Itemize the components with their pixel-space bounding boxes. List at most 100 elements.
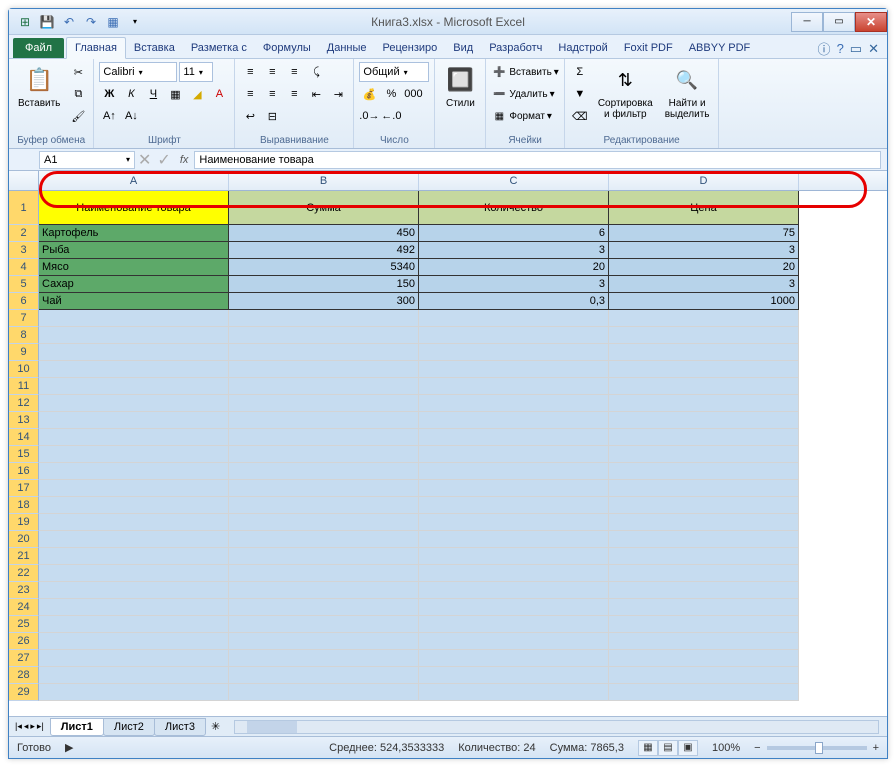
last-sheet-icon[interactable]: ▸| bbox=[37, 721, 44, 732]
cell[interactable] bbox=[229, 616, 419, 633]
minimize-button[interactable]: ─ bbox=[791, 12, 823, 32]
cell[interactable] bbox=[39, 361, 229, 378]
row-header[interactable]: 3 bbox=[9, 242, 39, 259]
horizontal-scrollbar[interactable] bbox=[234, 720, 879, 734]
cell[interactable] bbox=[39, 514, 229, 531]
save-icon[interactable]: 💾 bbox=[39, 14, 55, 30]
row-header[interactable]: 15 bbox=[9, 446, 39, 463]
cell[interactable] bbox=[419, 565, 609, 582]
decrease-decimal-icon[interactable]: ←.0 bbox=[381, 106, 401, 126]
cell[interactable] bbox=[419, 667, 609, 684]
tab-insert[interactable]: Вставка bbox=[126, 38, 183, 58]
autosum-icon[interactable]: Σ bbox=[570, 62, 590, 82]
font-color-button[interactable]: A bbox=[209, 84, 229, 104]
cell[interactable] bbox=[229, 684, 419, 701]
increase-font-icon[interactable]: A↑ bbox=[99, 106, 119, 126]
zoom-level[interactable]: 100% bbox=[712, 742, 740, 754]
cell[interactable] bbox=[229, 667, 419, 684]
row-header[interactable]: 12 bbox=[9, 395, 39, 412]
cell[interactable]: Сахар bbox=[39, 276, 229, 293]
cut-icon[interactable]: ✂ bbox=[68, 62, 88, 82]
row-header[interactable]: 4 bbox=[9, 259, 39, 276]
wrap-text-icon[interactable]: ↩ bbox=[240, 106, 260, 126]
cell[interactable]: 20 bbox=[419, 259, 609, 276]
merge-icon[interactable]: ⊟ bbox=[262, 106, 282, 126]
align-left-icon[interactable]: ≡ bbox=[240, 84, 260, 104]
row-header[interactable]: 5 bbox=[9, 276, 39, 293]
cell[interactable] bbox=[609, 548, 799, 565]
page-break-view-button[interactable]: ▣ bbox=[678, 740, 698, 756]
cell[interactable] bbox=[229, 361, 419, 378]
next-sheet-icon[interactable]: ▸ bbox=[30, 721, 35, 732]
cell[interactable]: 5340 bbox=[229, 259, 419, 276]
sort-filter-button[interactable]: ⇅ Сортировка и фильтр bbox=[594, 62, 657, 122]
cell[interactable] bbox=[229, 514, 419, 531]
undo-icon[interactable]: ↶ bbox=[61, 14, 77, 30]
row-header[interactable]: 26 bbox=[9, 633, 39, 650]
number-format-combo[interactable]: Общий▾ bbox=[359, 62, 429, 82]
cell[interactable] bbox=[229, 497, 419, 514]
row-header[interactable]: 2 bbox=[9, 225, 39, 242]
currency-icon[interactable]: 💰 bbox=[359, 84, 379, 104]
cell[interactable]: Цена bbox=[609, 191, 799, 225]
cell[interactable] bbox=[419, 684, 609, 701]
new-sheet-icon[interactable]: ✳ bbox=[205, 720, 226, 733]
align-middle-icon[interactable]: ≡ bbox=[262, 62, 282, 82]
clear-icon[interactable]: ⌫ bbox=[570, 106, 590, 126]
increase-decimal-icon[interactable]: .0→ bbox=[359, 106, 379, 126]
column-header-C[interactable]: C bbox=[419, 171, 609, 190]
tab-formulas[interactable]: Формулы bbox=[255, 38, 319, 58]
tab-page-layout[interactable]: Разметка с bbox=[183, 38, 255, 58]
cell[interactable] bbox=[39, 650, 229, 667]
fill-icon[interactable]: ▼ bbox=[570, 84, 590, 104]
fx-icon[interactable]: fx bbox=[180, 154, 189, 166]
cell[interactable] bbox=[419, 429, 609, 446]
cell[interactable] bbox=[419, 395, 609, 412]
cell[interactable] bbox=[229, 395, 419, 412]
cell[interactable] bbox=[609, 480, 799, 497]
cell[interactable] bbox=[39, 429, 229, 446]
cell[interactable]: 3 bbox=[419, 242, 609, 259]
tab-developer[interactable]: Разработч bbox=[481, 38, 550, 58]
border-button[interactable]: ▦ bbox=[165, 84, 185, 104]
fill-color-button[interactable]: ◢ bbox=[187, 84, 207, 104]
align-bottom-icon[interactable]: ≡ bbox=[284, 62, 304, 82]
cell[interactable] bbox=[419, 616, 609, 633]
row-header[interactable]: 21 bbox=[9, 548, 39, 565]
cell[interactable] bbox=[609, 497, 799, 514]
cell[interactable] bbox=[229, 633, 419, 650]
cell[interactable]: 3 bbox=[419, 276, 609, 293]
delete-cells-button[interactable]: ➖Удалить ▾ bbox=[491, 84, 554, 104]
sheet-tab-2[interactable]: Лист2 bbox=[103, 718, 155, 736]
column-header-B[interactable]: B bbox=[229, 171, 419, 190]
comma-icon[interactable]: 000 bbox=[403, 84, 423, 104]
decrease-font-icon[interactable]: A↓ bbox=[121, 106, 141, 126]
cell[interactable] bbox=[609, 361, 799, 378]
cell[interactable]: 1000 bbox=[609, 293, 799, 310]
cell[interactable] bbox=[419, 446, 609, 463]
cell[interactable] bbox=[39, 565, 229, 582]
row-header[interactable]: 6 bbox=[9, 293, 39, 310]
first-sheet-icon[interactable]: |◂ bbox=[15, 721, 22, 732]
cell[interactable] bbox=[609, 463, 799, 480]
cell[interactable] bbox=[229, 412, 419, 429]
cell[interactable] bbox=[39, 412, 229, 429]
cell[interactable] bbox=[39, 633, 229, 650]
column-header-A[interactable]: A bbox=[39, 171, 229, 190]
cell[interactable] bbox=[39, 531, 229, 548]
cell[interactable]: 450 bbox=[229, 225, 419, 242]
find-select-button[interactable]: 🔍 Найти и выделить bbox=[661, 62, 714, 122]
row-header[interactable]: 1 bbox=[9, 191, 39, 225]
help-icon[interactable]: ? bbox=[837, 41, 844, 56]
cell[interactable] bbox=[609, 429, 799, 446]
cell[interactable] bbox=[39, 463, 229, 480]
cell[interactable] bbox=[39, 446, 229, 463]
format-painter-icon[interactable]: 🖌 bbox=[68, 106, 88, 126]
cell[interactable] bbox=[229, 344, 419, 361]
column-header-D[interactable]: D bbox=[609, 171, 799, 190]
row-header[interactable]: 24 bbox=[9, 599, 39, 616]
percent-icon[interactable]: % bbox=[381, 84, 401, 104]
cell[interactable]: 492 bbox=[229, 242, 419, 259]
tab-review[interactable]: Рецензиро bbox=[375, 38, 446, 58]
cell[interactable] bbox=[609, 582, 799, 599]
